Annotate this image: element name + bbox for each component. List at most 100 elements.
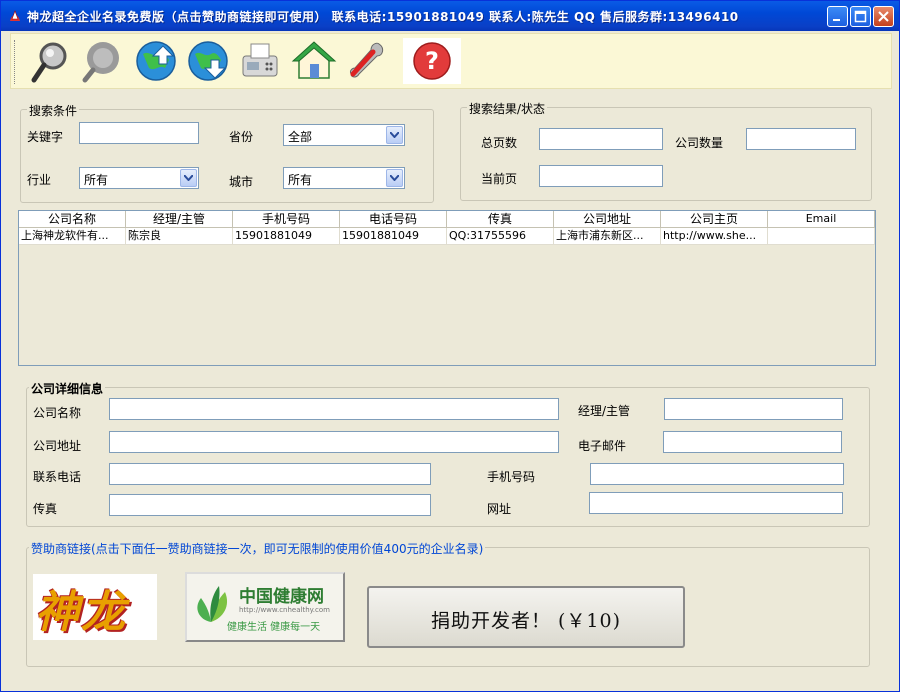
province-dropdown-button[interactable] [386, 126, 403, 144]
company-detail-legend: 公司详细信息 [29, 380, 106, 397]
search-conditions-group: 搜索条件 关键字 省份 全部 行业 所有 城市 所有 [20, 102, 434, 203]
table-cell: 上海神龙软件有... [19, 228, 126, 244]
home-button[interactable] [291, 38, 337, 84]
search-conditions-legend: 搜索条件 [27, 102, 80, 119]
company-detail-group: 公司详细信息 公司名称 经理/主管 公司地址 电子邮件 联系电话 手机号码 传真… [26, 380, 870, 527]
toolbar: ? [10, 33, 892, 89]
import-globe-icon [136, 41, 176, 81]
minimize-button[interactable] [827, 6, 848, 27]
export-button[interactable] [185, 38, 231, 84]
sponsor-group: 赞助商链接(点击下面任一赞助商链接一次，即可无限制的使用价值400元的企业名录)… [26, 540, 870, 667]
current-page-label: 当前页 [481, 172, 518, 186]
city-select[interactable]: 所有 [283, 167, 405, 189]
fax-icon [242, 43, 278, 77]
window-title: 神龙超全企业名录免费版（点击赞助商链接即可使用） 联系电话:1590188104… [27, 10, 739, 24]
maximize-icon [854, 10, 867, 23]
main-window: 神龙超全企业名录免费版（点击赞助商链接即可使用） 联系电话:1590188104… [0, 0, 900, 692]
tools-button[interactable] [343, 38, 389, 84]
table-row[interactable]: 上海神龙软件有... 陈宗良 15901881049 15901881049 Q… [19, 228, 875, 245]
city-dropdown-button[interactable] [386, 169, 403, 187]
column-header[interactable]: 公司名称 [19, 211, 126, 227]
search-disabled-button[interactable] [79, 38, 125, 84]
industry-select[interactable]: 所有 [79, 167, 199, 189]
help-button[interactable]: ? [403, 38, 461, 84]
industry-select-value: 所有 [84, 173, 109, 187]
mobile-label: 手机号码 [487, 470, 536, 484]
search-result-group: 搜索结果/状态 总页数 公司数量 当前页 [460, 100, 872, 201]
health-title: 中国健康网 [239, 587, 324, 607]
phone-field[interactable] [109, 463, 431, 485]
results-table[interactable]: 公司名称 经理/主管 手机号码 电话号码 传真 公司地址 公司主页 Email … [18, 210, 876, 366]
email-label: 电子邮件 [578, 439, 627, 453]
total-pages-label: 总页数 [481, 136, 518, 150]
table-cell: 15901881049 [340, 228, 447, 244]
app-icon [10, 10, 20, 21]
health-slogan: 健康生活 健康每一天 [227, 622, 321, 633]
table-cell [768, 228, 875, 244]
fax-button[interactable] [237, 38, 283, 84]
fax-label: 传真 [33, 502, 58, 516]
title-bar[interactable]: 神龙超全企业名录免费版（点击赞助商链接即可使用） 联系电话:1590188104… [1, 1, 899, 31]
table-cell: 15901881049 [233, 228, 340, 244]
fax-field[interactable] [109, 494, 431, 516]
keyword-input[interactable] [79, 122, 199, 144]
province-select-value: 全部 [288, 130, 313, 144]
export-globe-icon [188, 41, 228, 81]
table-cell: 陈宗良 [126, 228, 233, 244]
table-cell: http://www.she... [661, 228, 768, 244]
import-button[interactable] [133, 38, 179, 84]
mobile-field[interactable] [590, 463, 844, 485]
chevron-down-icon [390, 175, 399, 181]
column-header[interactable]: 公司主页 [661, 211, 768, 227]
current-page-field[interactable] [539, 165, 663, 187]
client-area: ? 搜索条件 关键字 省份 全部 行业 所有 城市 所有 搜索结果/状态 总页数… [4, 31, 896, 688]
search-result-legend: 搜索结果/状态 [467, 100, 548, 117]
column-header[interactable]: 手机号码 [233, 211, 340, 227]
keyword-label: 关键字 [27, 130, 64, 144]
column-header[interactable]: Email [768, 211, 875, 227]
maximize-button[interactable] [850, 6, 871, 27]
chevron-down-icon [390, 132, 399, 138]
website-field[interactable] [589, 492, 843, 514]
sponsor-legend: 赞助商链接(点击下面任一赞助商链接一次，即可无限制的使用价值400元的企业名录) [29, 540, 486, 557]
phone-label: 联系电话 [33, 470, 82, 484]
close-button[interactable] [873, 6, 894, 27]
address-label: 公司地址 [33, 439, 82, 453]
help-icon: ? [403, 38, 461, 84]
health-url: http://www.cnhealthy.com [239, 606, 330, 614]
toolbar-grip[interactable] [14, 40, 18, 84]
table-header: 公司名称 经理/主管 手机号码 电话号码 传真 公司地址 公司主页 Email [19, 211, 875, 228]
donate-button[interactable]: 捐助开发者！ (￥10) [367, 586, 685, 648]
column-header[interactable]: 传真 [447, 211, 554, 227]
search-icon [31, 42, 67, 83]
shenlong-logo: 神龙 [35, 587, 127, 638]
table-cell: QQ:31755596 [447, 228, 554, 244]
tools-icon [350, 42, 384, 78]
company-count-field[interactable] [746, 128, 856, 150]
address-field[interactable] [109, 431, 559, 453]
search-button[interactable] [27, 38, 73, 84]
company-name-field[interactable] [109, 398, 559, 420]
website-label: 网址 [487, 502, 512, 516]
province-label: 省份 [229, 130, 254, 144]
health-sponsor-link[interactable]: 中国健康网 http://www.cnhealthy.com 健康生活 健康每一… [185, 572, 345, 642]
minimize-icon [833, 19, 840, 21]
donate-button-label: 捐助开发者！ (￥10) [430, 610, 622, 632]
home-icon [291, 41, 337, 79]
email-field[interactable] [663, 431, 842, 453]
province-select[interactable]: 全部 [283, 124, 405, 146]
company-name-label: 公司名称 [33, 406, 82, 420]
manager-label: 经理/主管 [578, 404, 631, 418]
total-pages-field[interactable] [539, 128, 663, 150]
chevron-down-icon [184, 175, 193, 181]
manager-field[interactable] [664, 398, 843, 420]
column-header[interactable]: 电话号码 [340, 211, 447, 227]
industry-label: 行业 [27, 173, 52, 187]
column-header[interactable]: 经理/主管 [126, 211, 233, 227]
search-disabled-icon [82, 42, 119, 83]
svg-text:?: ? [425, 47, 439, 75]
shenlong-sponsor-link[interactable]: 神龙 [33, 574, 157, 640]
close-icon [878, 11, 889, 22]
column-header[interactable]: 公司地址 [554, 211, 661, 227]
industry-dropdown-button[interactable] [180, 169, 197, 187]
